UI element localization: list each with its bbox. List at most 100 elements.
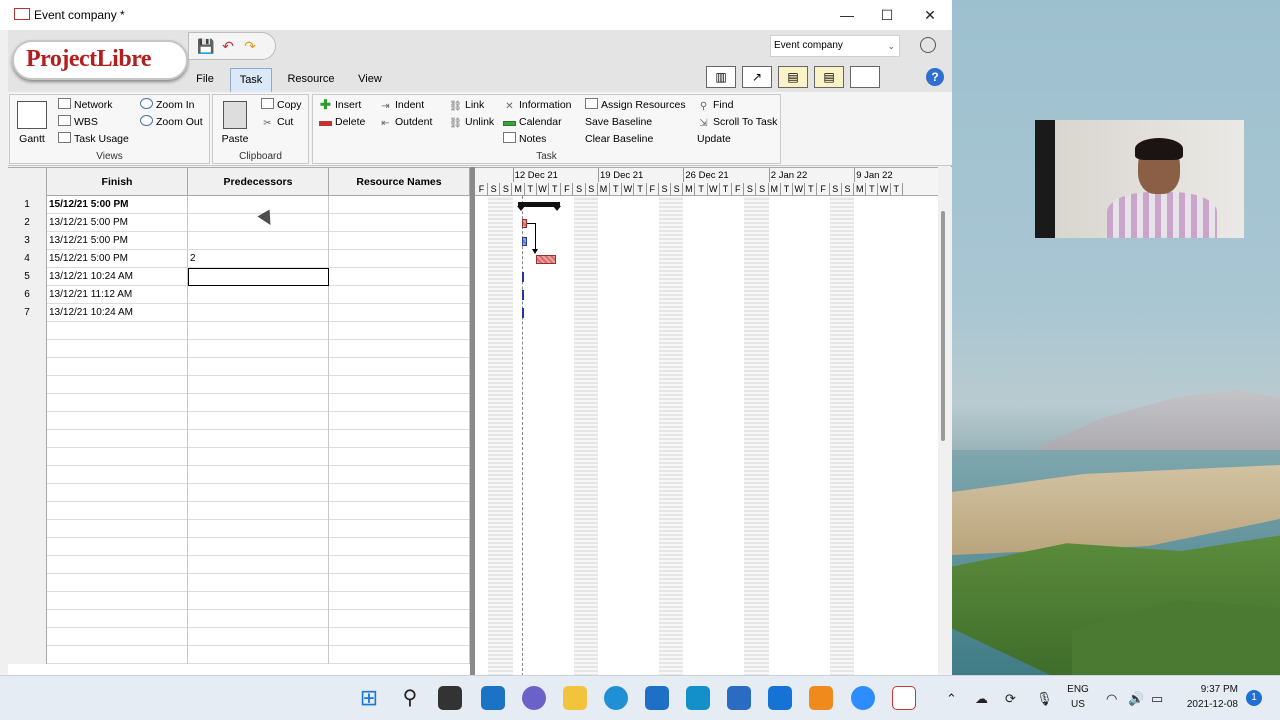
tab-task[interactable]: Task	[230, 68, 272, 92]
table-row[interactable]	[8, 592, 470, 610]
close-button[interactable]: ✕	[908, 4, 952, 26]
store-icon[interactable]	[727, 686, 751, 710]
network-button[interactable]: Network	[58, 97, 113, 113]
resource-names-cell[interactable]	[329, 250, 470, 268]
chevron-up-icon[interactable]: ⌃	[946, 691, 957, 707]
delete-button[interactable]: Delete	[319, 114, 365, 130]
predecessors-cell[interactable]	[188, 466, 329, 484]
table-row[interactable]	[8, 430, 470, 448]
task-usage-button[interactable]: Task Usage	[58, 131, 129, 147]
finish-cell[interactable]: 15/12/21 5:00 PM	[47, 196, 188, 214]
finish-cell[interactable]	[47, 430, 188, 448]
resource-names-cell[interactable]	[329, 394, 470, 412]
finish-cell[interactable]: 13/12/21 5:00 PM	[47, 214, 188, 232]
resource-names-cell[interactable]	[329, 466, 470, 484]
resource-names-cell[interactable]	[329, 196, 470, 214]
volume-icon[interactable]: 🔊	[1128, 691, 1144, 707]
cut-button[interactable]: ✂ Cut	[261, 114, 293, 130]
resource-names-cell[interactable]	[329, 214, 470, 232]
language-indicator[interactable]: ENG	[1062, 684, 1094, 695]
finish-cell[interactable]	[47, 610, 188, 628]
task-usage-view-icon[interactable]: ▤	[778, 66, 808, 88]
finish-cell[interactable]	[47, 484, 188, 502]
insert-button[interactable]: ✚ Insert	[319, 97, 361, 113]
predecessors-cell[interactable]	[188, 556, 329, 574]
finish-cell[interactable]	[47, 628, 188, 646]
finish-cell[interactable]	[47, 394, 188, 412]
column-header-resource-names[interactable]: Resource Names	[329, 168, 470, 196]
finish-cell[interactable]: 15/12/21 5:00 PM	[47, 250, 188, 268]
resource-names-cell[interactable]	[329, 574, 470, 592]
predecessors-cell[interactable]	[188, 574, 329, 592]
table-row[interactable]: 7 13/12/21 10:24 AM	[8, 304, 470, 322]
table-row[interactable]: 1 15/12/21 5:00 PM	[8, 196, 470, 214]
resource-names-cell[interactable]	[329, 556, 470, 574]
resource-names-cell[interactable]	[329, 610, 470, 628]
column-header-predecessors[interactable]: Predecessors	[188, 168, 329, 196]
predecessors-cell[interactable]	[188, 628, 329, 646]
notes-button[interactable]: Notes	[503, 131, 546, 147]
finish-cell[interactable]: 13/12/21 10:24 AM	[47, 268, 188, 286]
finish-cell[interactable]	[47, 502, 188, 520]
predecessors-cell[interactable]	[188, 610, 329, 628]
save-icon[interactable]: 💾	[197, 37, 215, 55]
table-row[interactable]: 4 15/12/21 5:00 PM 2	[8, 250, 470, 268]
predecessors-cell[interactable]	[188, 646, 329, 664]
resource-names-cell[interactable]	[329, 430, 470, 448]
table-row[interactable]	[8, 538, 470, 556]
task-view-icon[interactable]	[438, 686, 462, 710]
outdent-button[interactable]: ⇤ Outdent	[379, 114, 432, 130]
clear-baseline-button[interactable]: Clear Baseline	[585, 131, 653, 147]
resource-names-cell[interactable]	[329, 340, 470, 358]
column-header-finish[interactable]: Finish	[47, 168, 188, 196]
table-row[interactable]: 6 13/12/21 11:12 AM	[8, 286, 470, 304]
table-row[interactable]	[8, 610, 470, 628]
table-row[interactable]: 5 13/12/21 10:24 AM	[8, 268, 470, 286]
resource-names-cell[interactable]	[329, 502, 470, 520]
chat-icon[interactable]	[522, 686, 546, 710]
keyboard-layout[interactable]: US	[1062, 699, 1094, 710]
tab-resource[interactable]: Resource	[284, 68, 338, 92]
file-explorer-icon[interactable]	[563, 686, 587, 710]
widgets-icon[interactable]	[481, 686, 505, 710]
resource-names-cell[interactable]	[329, 538, 470, 556]
resource-usage-view-icon[interactable]: ▤	[814, 66, 844, 88]
resource-names-cell[interactable]	[329, 484, 470, 502]
predecessors-cell[interactable]	[188, 430, 329, 448]
globe-icon[interactable]	[920, 37, 936, 53]
table-row[interactable]	[8, 340, 470, 358]
battery-icon[interactable]: ▭	[1151, 691, 1163, 707]
resource-names-cell[interactable]	[329, 592, 470, 610]
table-row[interactable]	[8, 358, 470, 376]
predecessors-cell[interactable]	[188, 322, 329, 340]
resource-names-cell[interactable]	[329, 232, 470, 250]
sync-icon[interactable]: ⟳	[1005, 691, 1016, 707]
tab-view[interactable]: View	[354, 68, 386, 92]
zoom-out-button[interactable]: Zoom Out	[140, 114, 203, 130]
gantt-task-bar[interactable]	[522, 237, 527, 246]
zoom-in-button[interactable]: Zoom In	[140, 97, 195, 113]
finish-cell[interactable]	[47, 322, 188, 340]
finish-cell[interactable]: 13/12/21 5:00 PM	[47, 232, 188, 250]
help-icon[interactable]: ?	[926, 68, 944, 86]
resource-names-cell[interactable]	[329, 304, 470, 322]
maximize-button[interactable]: ☐	[865, 4, 909, 26]
undo-icon[interactable]: ↶	[219, 37, 237, 55]
table-row[interactable]	[8, 466, 470, 484]
gantt-summary-bar[interactable]	[517, 202, 561, 211]
table-row[interactable]	[8, 376, 470, 394]
copy-button[interactable]: Copy	[261, 97, 302, 113]
predecessors-cell[interactable]	[188, 286, 329, 304]
predecessors-cell[interactable]	[188, 268, 329, 286]
search-icon[interactable]: ⚲	[398, 686, 422, 710]
vertical-scrollbar[interactable]	[938, 167, 952, 675]
unlink-button[interactable]: ⛓ Unlink	[449, 114, 494, 130]
predecessors-cell[interactable]	[188, 376, 329, 394]
predecessors-cell[interactable]	[188, 412, 329, 430]
minimize-button[interactable]: —	[825, 4, 869, 26]
clock-time[interactable]: 9:37 PM	[1176, 684, 1238, 695]
resource-names-cell[interactable]	[329, 358, 470, 376]
onedrive-icon[interactable]: ☁	[975, 691, 988, 707]
predecessors-cell[interactable]	[188, 484, 329, 502]
wbs-button[interactable]: WBS	[58, 114, 98, 130]
